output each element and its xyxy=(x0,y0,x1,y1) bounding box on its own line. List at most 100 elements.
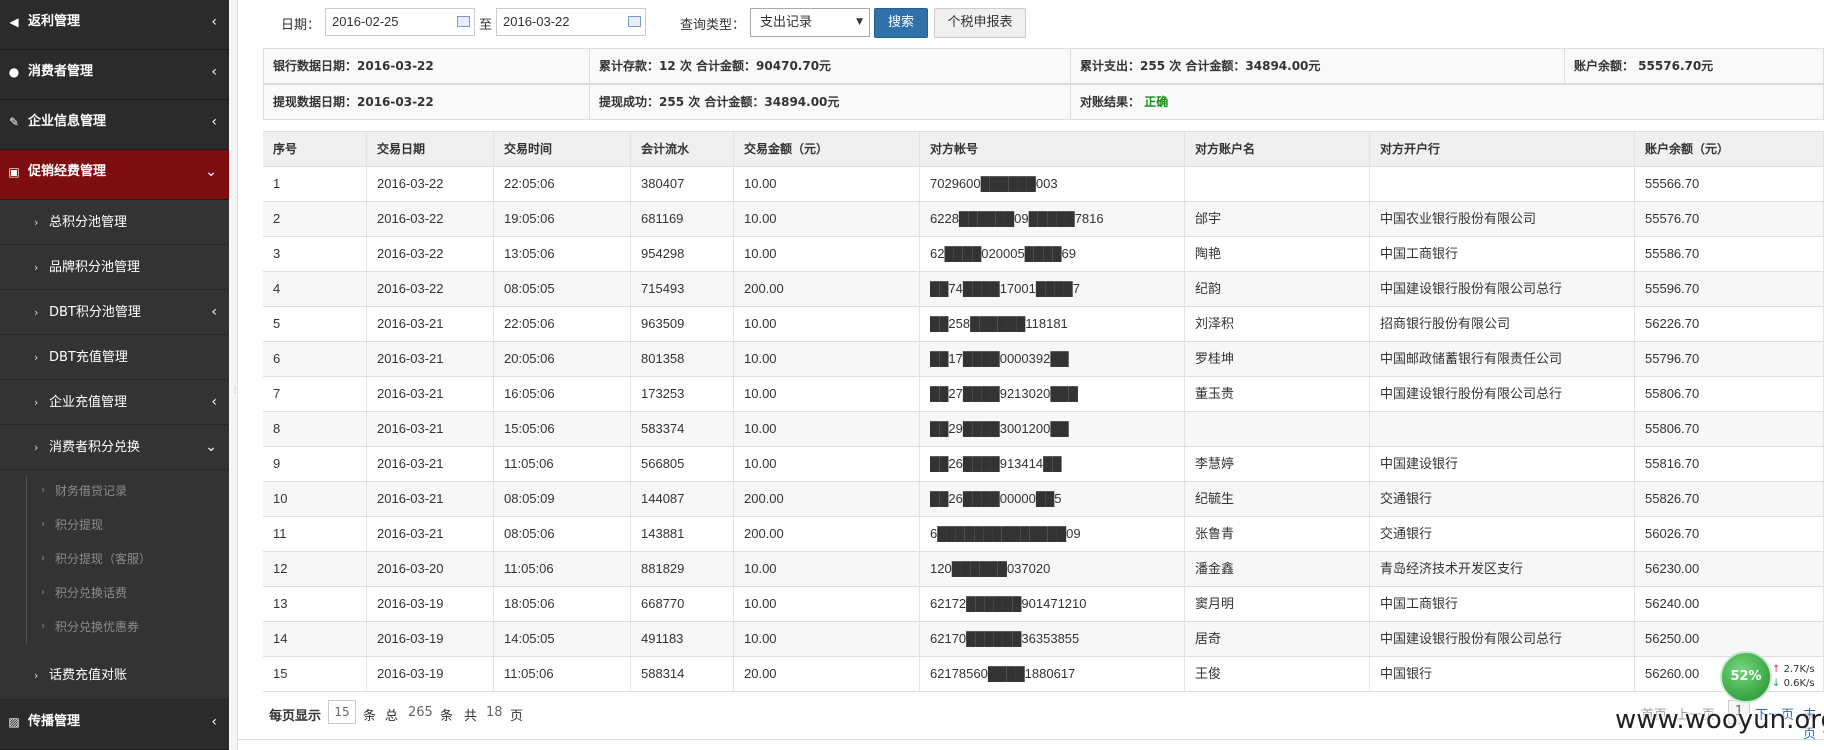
chevron-right-icon: › xyxy=(34,441,39,454)
search-button[interactable]: 搜索 xyxy=(874,8,928,38)
table-cell: 2016-03-21 xyxy=(367,412,494,446)
table-cell: 2016-03-19 xyxy=(367,657,494,691)
table-cell: 王俊 xyxy=(1185,657,1370,691)
table-cell: 62170██████36353855 xyxy=(920,622,1185,656)
sidebar-subitem-consumer-exchange[interactable]: › 消费者积分兑换 ⌄ xyxy=(0,425,229,470)
table-cell: 7 xyxy=(263,377,367,411)
sidebar-item-rebate[interactable]: ◀ 返利管理 ‹ xyxy=(0,0,229,50)
sidebar-subitem-phone-recharge-reconcile[interactable]: › 话费充值对账 xyxy=(0,653,229,700)
chevron-right-icon: › xyxy=(41,587,45,598)
table-cell: 15 xyxy=(263,657,367,691)
sidebar-splitter[interactable]: ⋮ xyxy=(229,0,239,750)
table-cell: 144087 xyxy=(631,482,734,516)
table-cell: 56230.00 xyxy=(1635,552,1824,586)
total-expense: 累计支出：255 次 合计金额：34894.00元 xyxy=(1071,49,1565,83)
total-count: 265 xyxy=(408,705,433,720)
to-label: 至 xyxy=(479,18,493,33)
table-cell: 10.00 xyxy=(734,622,920,656)
sidebar-item-consumer[interactable]: ● 消费者管理 ‹ xyxy=(0,50,229,100)
sidebar-item-communication[interactable]: ▨ 传播管理 ‹ xyxy=(0,700,229,750)
per-page-label: 每页显示 xyxy=(269,709,322,724)
table-cell: 62178560████1880617 xyxy=(920,657,1185,691)
table-header-cell: 交易金额（元） xyxy=(734,132,920,166)
table-cell: 56026.70 xyxy=(1635,517,1824,551)
chevron-left-icon: ‹ xyxy=(211,64,217,80)
table-cell: 18:05:06 xyxy=(494,587,631,621)
sidebar-subitem-label: DBT积分池管理 xyxy=(49,305,141,320)
table-cell: 交通银行 xyxy=(1370,517,1635,551)
sidebar-item-label: 传播管理 xyxy=(28,714,81,729)
table-cell: 2016-03-22 xyxy=(367,167,494,201)
table-cell: 380407 xyxy=(631,167,734,201)
chevron-down-icon: ⌄ xyxy=(205,439,217,455)
table-row: 1 2016-03-22 22:05:06 380407 10.00 7029600███… xyxy=(263,167,1824,202)
table-cell: 青岛经济技术开发区支行 xyxy=(1370,552,1635,586)
per-page-input[interactable]: 15 xyxy=(328,700,356,724)
table-cell: 10.00 xyxy=(734,342,920,376)
sidebar-thirditem-withdraw-service[interactable]: › 积分提现（客服） xyxy=(0,542,229,576)
table-cell: 11:05:06 xyxy=(494,447,631,481)
chevron-right-icon: › xyxy=(34,306,39,319)
table-cell: 窦月明 xyxy=(1185,587,1370,621)
date-to-value: 2016-03-22 xyxy=(503,14,570,29)
tax-report-button[interactable]: 个税申报表 xyxy=(934,8,1026,38)
sidebar-item-company-info[interactable]: ✎ 企业信息管理 ‹ xyxy=(0,100,229,150)
sidebar-subitem-dbt-pool[interactable]: › DBT积分池管理 ‹ xyxy=(0,290,229,335)
table-row: 12 2016-03-20 11:05:06 881829 10.00 120██████… xyxy=(263,552,1824,587)
sidebar-subitem-dbt-recharge[interactable]: › DBT充值管理 xyxy=(0,335,229,380)
sidebar-subitem-company-recharge[interactable]: › 企业充值管理 ‹ xyxy=(0,380,229,425)
divider xyxy=(237,739,1824,740)
table-cell xyxy=(1370,167,1635,201)
table-cell: 李慧婷 xyxy=(1185,447,1370,481)
table-cell: 22:05:06 xyxy=(494,307,631,341)
chevron-right-icon: › xyxy=(34,669,39,682)
table-cell: 招商银行股份有限公司 xyxy=(1370,307,1635,341)
calendar-icon[interactable] xyxy=(457,16,470,27)
table-cell: 2016-03-22 xyxy=(367,237,494,271)
megaphone-icon: ◀ xyxy=(9,15,19,29)
sidebar-item-promotion-funds[interactable]: ▣ 促销经费管理 ⌄ xyxy=(0,150,229,200)
sidebar-subitem-total-pool[interactable]: › 总积分池管理 xyxy=(0,200,229,245)
table-cell: 邰宇 xyxy=(1185,202,1370,236)
table-cell: 55586.70 xyxy=(1635,237,1824,271)
sidebar-subitem-label: 总积分池管理 xyxy=(49,215,128,230)
table-cell: 2016-03-21 xyxy=(367,482,494,516)
query-type-select[interactable]: 支出记录 ▼ xyxy=(750,8,870,37)
table-cell: ██27████9213020███ xyxy=(920,377,1185,411)
date-from-input[interactable]: 2016-02-25 xyxy=(325,8,475,36)
sidebar-thirditem-withdraw[interactable]: › 积分提现 xyxy=(0,508,229,542)
table-cell: 14:05:05 xyxy=(494,622,631,656)
sidebar-subitem-brand-pool[interactable]: › 品牌积分池管理 xyxy=(0,245,229,290)
table-cell: 10 xyxy=(263,482,367,516)
sidebar-thirditem-exchange-coupon[interactable]: › 积分兑换优惠券 xyxy=(0,610,229,644)
chevron-right-icon: › xyxy=(34,396,39,409)
table-cell: 13:05:06 xyxy=(494,237,631,271)
sidebar-item-label: 返利管理 xyxy=(28,14,81,29)
table-cell: 10.00 xyxy=(734,307,920,341)
page-count: 18 xyxy=(486,705,503,720)
table-cell: 62172██████901471210 xyxy=(920,587,1185,621)
table-row: 15 2016-03-19 11:05:06 588314 20.00 62178560█… xyxy=(263,657,1824,692)
date-to-input[interactable]: 2016-03-22 xyxy=(496,8,646,36)
speed-ball[interactable]: 52% xyxy=(1720,651,1772,703)
query-type-label: 查询类型： xyxy=(680,18,746,33)
upload-arrow-icon: ↑ xyxy=(1772,664,1781,675)
status-badge: 正确 xyxy=(1144,95,1169,109)
upload-speed: 2.7K/s xyxy=(1783,664,1815,675)
table-cell: 55806.70 xyxy=(1635,412,1824,446)
table-cell: 963509 xyxy=(631,307,734,341)
table-row: 13 2016-03-19 18:05:06 668770 10.00 62172████… xyxy=(263,587,1824,622)
calendar-icon[interactable] xyxy=(628,16,641,27)
caret-down-icon: ▼ xyxy=(856,17,863,27)
table-cell: 罗桂坤 xyxy=(1185,342,1370,376)
table-cell: 588314 xyxy=(631,657,734,691)
table-cell: 2016-03-20 xyxy=(367,552,494,586)
sidebar-thirditem-finance-records[interactable]: › 财务借贷记录 xyxy=(0,474,229,508)
sidebar-thirditem-exchange-phone-credit[interactable]: › 积分兑换话费 xyxy=(0,576,229,610)
table-cell: ██17████0000392██ xyxy=(920,342,1185,376)
table-cell: 纪毓生 xyxy=(1185,482,1370,516)
table-cell: 3 xyxy=(263,237,367,271)
chevron-down-icon: ⌄ xyxy=(205,164,217,180)
table-cell: 55596.70 xyxy=(1635,272,1824,306)
table-cell: ██26████913414██ xyxy=(920,447,1185,481)
